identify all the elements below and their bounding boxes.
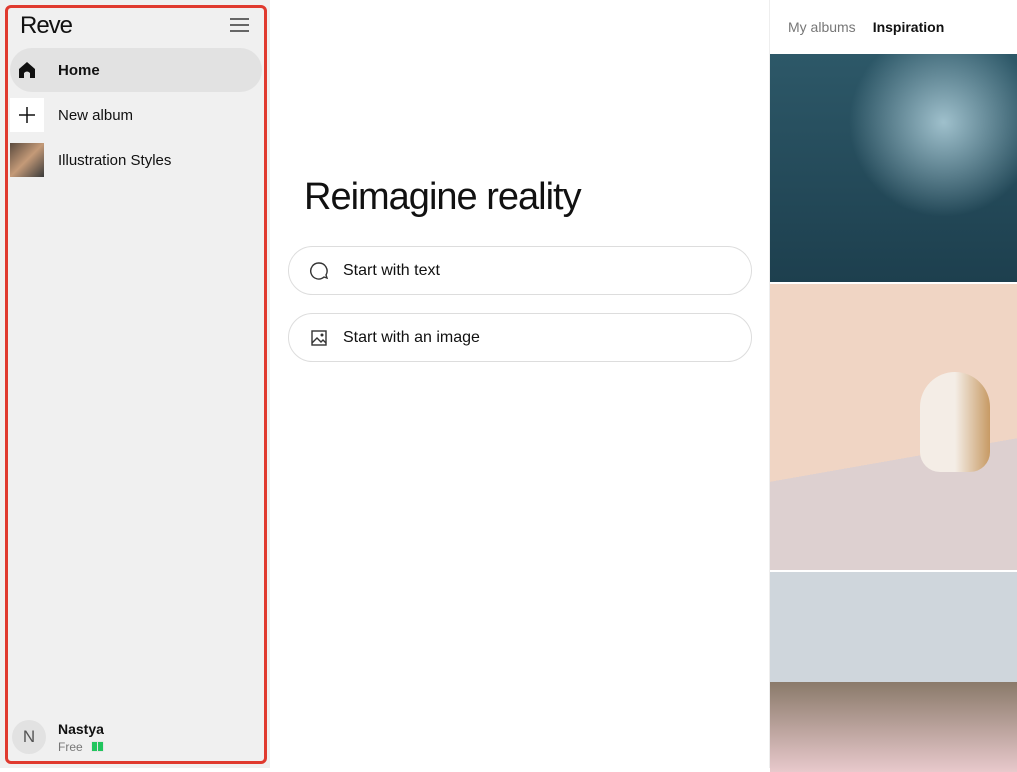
chat-icon	[310, 261, 329, 280]
tab-my-albums[interactable]: My albums	[788, 19, 856, 35]
image-icon	[311, 329, 327, 346]
plus-icon	[10, 98, 44, 132]
start-with-text-button[interactable]: Start with text	[288, 246, 752, 295]
inspiration-image-owl[interactable]	[770, 284, 1017, 570]
inspiration-image-house[interactable]	[770, 572, 1017, 772]
home-icon	[10, 53, 44, 87]
avatar: N	[12, 720, 46, 754]
sidebar-item-new-album[interactable]: New album	[10, 93, 262, 137]
sidebar-item-label: New album	[58, 106, 134, 124]
start-with-image-button[interactable]: Start with an image	[288, 313, 752, 362]
sidebar-item-label: Home	[58, 61, 100, 79]
sidebar-item-home[interactable]: Home	[10, 48, 262, 92]
page-title: Reimagine reality	[304, 176, 582, 218]
logo: Reve	[20, 12, 73, 39]
tab-inspiration[interactable]: Inspiration	[873, 19, 945, 35]
inspiration-image-ocean[interactable]	[770, 54, 1017, 282]
sidebar-item-label: Illustration Styles	[58, 151, 172, 169]
album-thumbnail	[10, 143, 44, 177]
button-label: Start with an image	[343, 328, 480, 346]
sidebar: Reve Home New album Illustration Styles …	[0, 0, 270, 768]
menu-icon[interactable]	[230, 18, 249, 32]
user-profile[interactable]: N Nastya Free	[12, 720, 104, 754]
sidebar-item-illustration-styles[interactable]: Illustration Styles	[10, 138, 262, 182]
credits-battery-icon	[90, 741, 104, 752]
plan-label: Free	[58, 739, 83, 754]
user-name: Nastya	[58, 720, 104, 737]
inspiration-panel: My albums Inspiration	[769, 0, 1017, 772]
button-label: Start with text	[343, 261, 440, 279]
